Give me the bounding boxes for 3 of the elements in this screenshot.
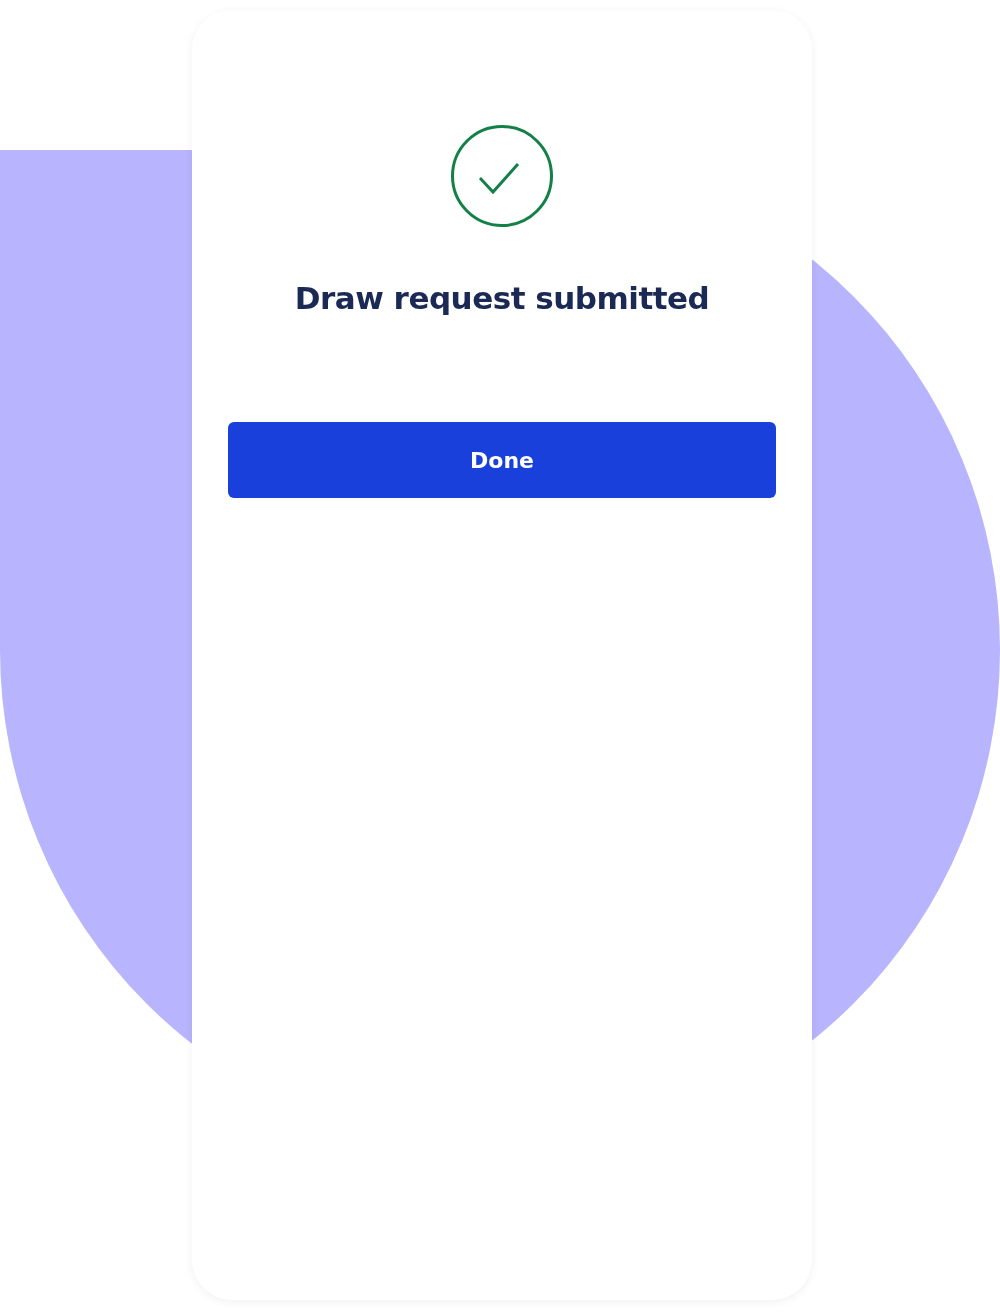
check-circle-icon — [450, 124, 554, 228]
confirmation-title: Draw request submitted — [294, 279, 710, 318]
done-button[interactable]: Done — [228, 422, 776, 498]
